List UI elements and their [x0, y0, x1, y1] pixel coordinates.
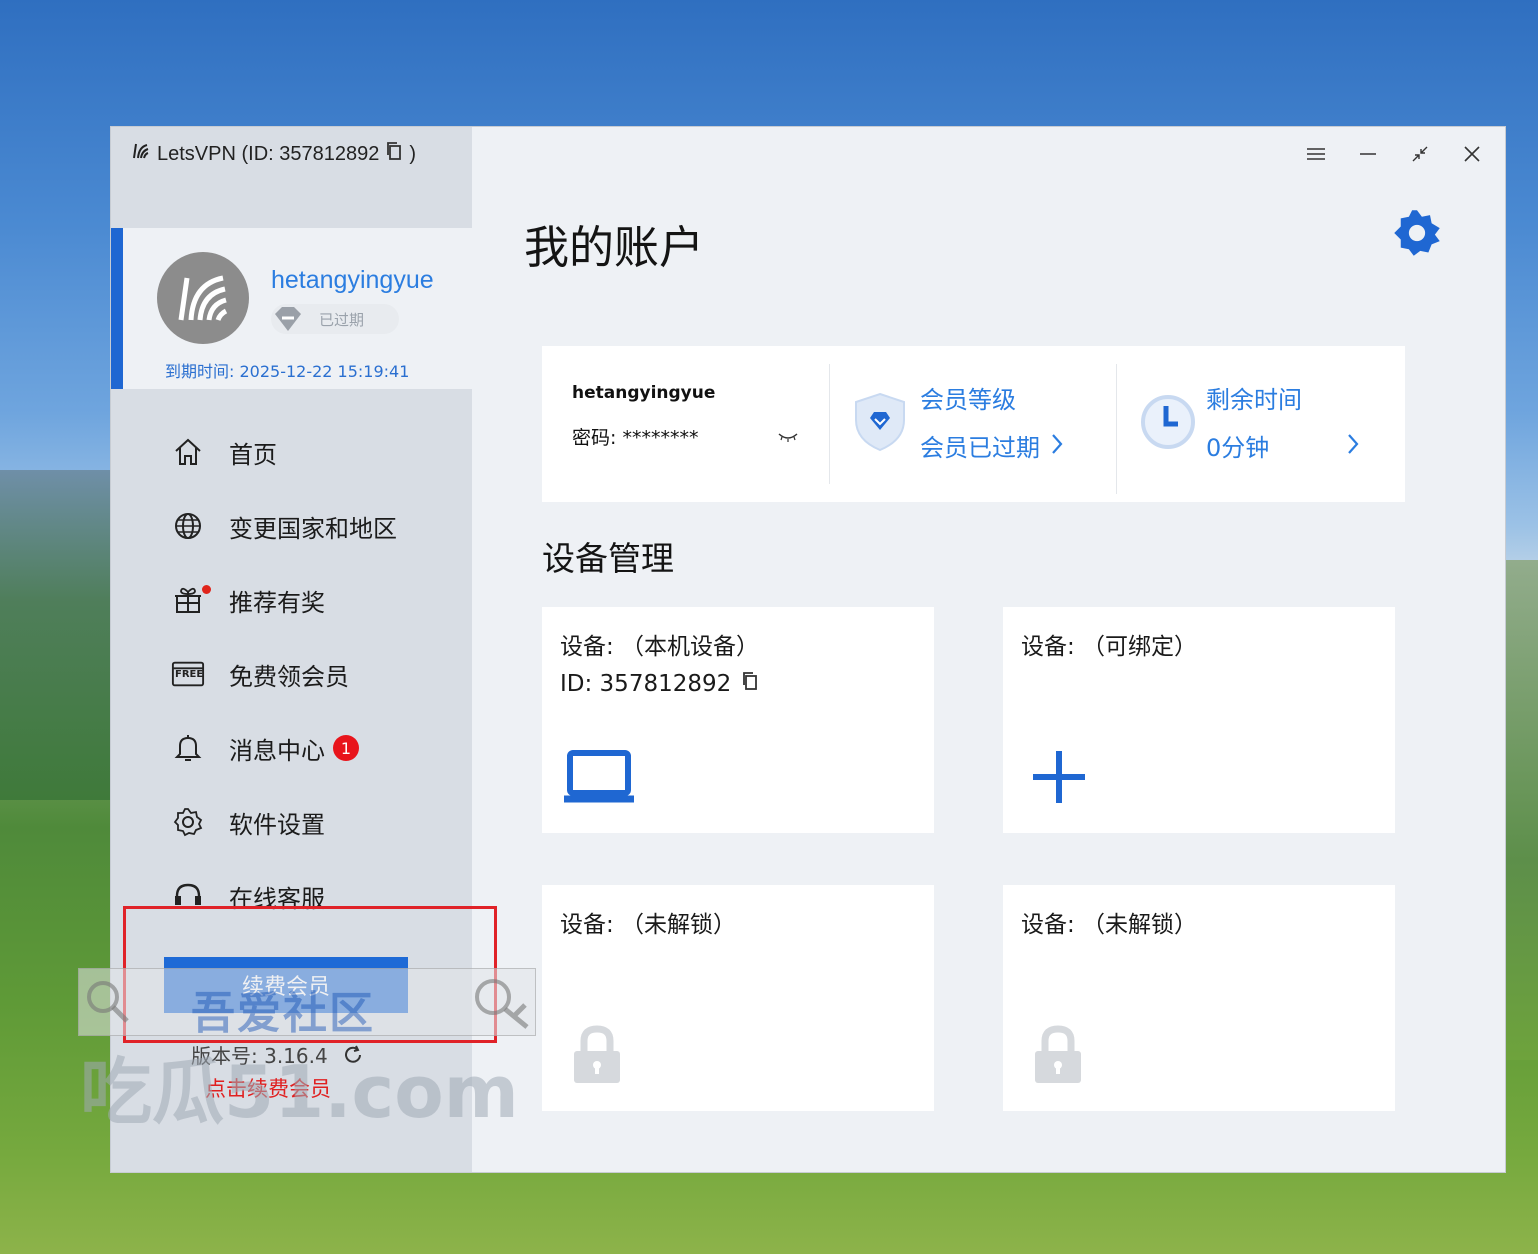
sidebar-item-label: 软件设置 — [229, 810, 325, 839]
device-card-locked: 设备: （未解锁） — [1003, 885, 1395, 1111]
device-card-local: 设备: （本机设备） ID: 357812892 — [542, 607, 934, 833]
device-title: 设备: （本机设备） — [560, 634, 760, 660]
window-title: LetsVPN (ID: 357812892 ) — [131, 141, 416, 167]
copy-id-icon[interactable] — [385, 141, 403, 167]
free-icon-text: FREE — [175, 669, 204, 680]
window-controls — [1305, 141, 1483, 167]
profile-username: hetangyingyue — [271, 266, 434, 294]
watermark-url: 吃瓜51.com — [80, 1050, 519, 1134]
sidebar-item-label: 首页 — [229, 440, 277, 469]
gift-icon — [171, 583, 211, 617]
eye-closed-icon[interactable] — [777, 428, 799, 447]
minimize-icon[interactable] — [1357, 141, 1379, 167]
device-id: ID: 357812892 — [560, 671, 759, 697]
remaining-time-panel[interactable]: 剩余时间 0分钟 — [1138, 346, 1388, 502]
chevron-right-icon — [1050, 432, 1064, 460]
diamond-icon — [271, 302, 305, 340]
app-logo-icon — [131, 141, 151, 167]
sidebar-item-label: 免费领会员 — [229, 662, 349, 691]
background-scenery-left — [0, 470, 112, 800]
device-id-text: ID: 357812892 — [560, 671, 732, 697]
member-level-label: 会员等级 — [920, 386, 1016, 414]
sidebar-item-messages[interactable]: 消息中心 1 — [171, 728, 431, 768]
device-title: 设备: （可绑定） — [1021, 634, 1198, 660]
globe-icon — [171, 509, 205, 543]
account-credentials: hetangyingyue 密码: ******** — [542, 346, 829, 502]
watermark-search-icon — [471, 975, 531, 1035]
device-title: 设备: （未解锁） — [1021, 912, 1198, 938]
notification-dot — [202, 585, 211, 594]
free-icon: FREE — [171, 657, 205, 691]
remaining-time-value: 0分钟 — [1206, 434, 1270, 462]
clock-icon — [1138, 392, 1198, 456]
profile-card: hetangyingyue 已过期 到期时间: 2025-12-22 15:19… — [111, 228, 472, 389]
divider — [829, 364, 830, 484]
laptop-icon — [562, 747, 636, 811]
sidebar-item-free-membership[interactable]: FREE 免费领会员 — [171, 654, 431, 694]
lock-icon — [570, 1023, 624, 1091]
status-badge: 已过期 — [271, 304, 399, 334]
status-badge-text: 已过期 — [319, 310, 365, 329]
sidebar-item-label: 推荐有奖 — [229, 588, 325, 617]
copy-icon[interactable] — [741, 671, 759, 697]
sidebar-item-referral[interactable]: 推荐有奖 — [171, 580, 431, 620]
sidebar-item-settings[interactable]: 软件设置 — [171, 802, 431, 842]
menu-icon[interactable] — [1305, 141, 1327, 167]
sidebar-item-label: 变更国家和地区 — [229, 514, 397, 543]
gear-icon — [171, 805, 205, 839]
shield-icon — [852, 390, 908, 458]
member-level-panel[interactable]: 会员等级 会员已过期 — [852, 346, 1102, 502]
expire-time: 到期时间: 2025-12-22 15:19:41 — [165, 362, 410, 381]
device-management-title: 设备管理 — [542, 539, 674, 578]
sidebar-item-change-region[interactable]: 变更国家和地区 — [171, 506, 431, 546]
account-password: 密码: ******** — [572, 427, 699, 449]
account-username: hetangyingyue — [572, 383, 716, 403]
unread-count-badge: 1 — [333, 735, 359, 761]
account-info-card: hetangyingyue 密码: ******** 会员等级 会员已过期 剩余… — [542, 346, 1405, 502]
page-title: 我的账户 — [524, 221, 705, 274]
home-icon — [171, 435, 205, 469]
watermark-banner: 吾爱社区 — [78, 968, 536, 1039]
remaining-time-label: 剩余时间 — [1206, 386, 1302, 414]
window-title-text: LetsVPN (ID: 357812892 — [157, 142, 380, 165]
lock-icon — [1031, 1023, 1085, 1091]
plus-icon[interactable] — [1029, 747, 1089, 811]
sidebar-item-home[interactable]: 首页 — [171, 432, 431, 472]
bell-icon — [171, 731, 205, 765]
settings-gear-icon[interactable] — [1391, 207, 1443, 263]
sidebar-item-label: 消息中心 — [229, 736, 325, 765]
watermark-search-icon — [83, 977, 131, 1029]
divider — [1116, 364, 1117, 494]
close-icon[interactable] — [1461, 141, 1483, 167]
watermark-title: 吾爱社区 — [191, 988, 375, 1039]
restore-icon[interactable] — [1409, 141, 1431, 167]
window-title-close: ) — [409, 142, 417, 165]
device-card-locked: 设备: （未解锁） — [542, 885, 934, 1111]
background-scenery-right — [1504, 560, 1538, 1060]
chevron-right-icon — [1346, 432, 1360, 460]
profile-active-bar — [111, 228, 123, 389]
device-card-bindable[interactable]: 设备: （可绑定） — [1003, 607, 1395, 833]
device-title: 设备: （未解锁） — [560, 912, 737, 938]
avatar — [157, 252, 249, 344]
member-level-value: 会员已过期 — [920, 434, 1040, 462]
